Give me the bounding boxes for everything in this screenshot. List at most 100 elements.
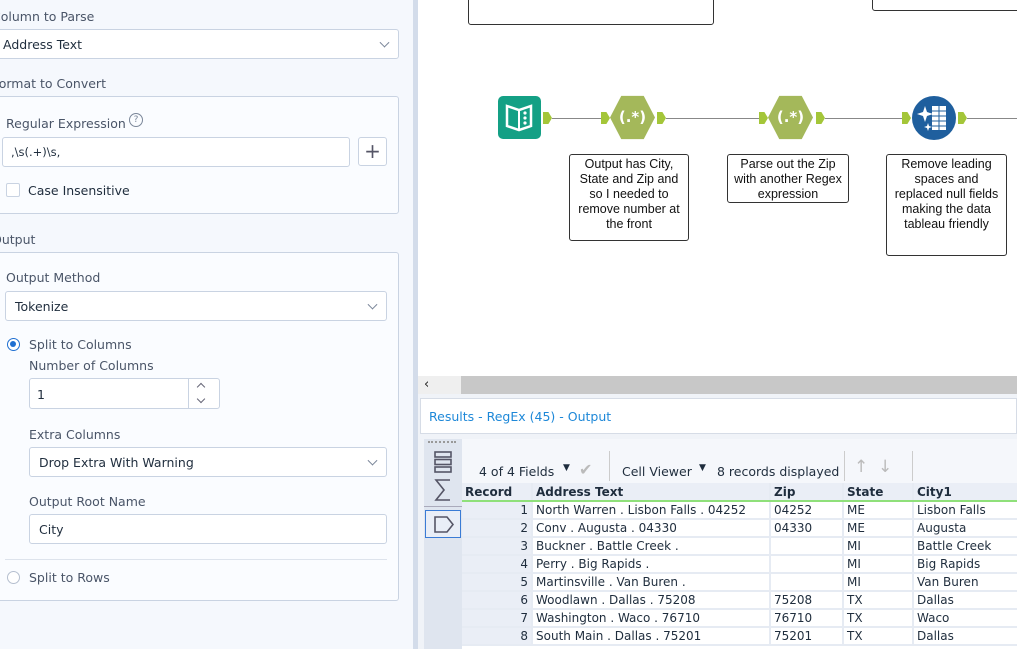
table-cell[interactable]: Lisbon Falls <box>913 501 1017 520</box>
column-header[interactable]: State <box>843 483 914 502</box>
output-method-value: Tokenize <box>15 299 69 314</box>
caret-down-icon[interactable]: ▼ <box>699 463 706 473</box>
table-cell[interactable]: Battle Creek <box>913 537 1017 556</box>
table-cell[interactable]: 04252 <box>770 501 844 520</box>
table-cell[interactable]: 8 <box>462 627 533 646</box>
comment-box[interactable] <box>468 0 714 25</box>
split-to-rows-radio[interactable] <box>7 571 20 584</box>
cell-viewer-selector[interactable]: Cell Viewer <box>622 464 692 479</box>
table-cell[interactable]: 6 <box>462 591 533 610</box>
input-anchor[interactable] <box>902 112 911 124</box>
table-row[interactable]: 8 South Main . Dallas . 75201 75201 TX Dalla… <box>462 627 1017 646</box>
table-row[interactable]: 4 Perry . Big Rapids . MI Big Rapids <box>462 555 1017 574</box>
output-method-dropdown[interactable]: Tokenize <box>5 291 387 321</box>
output-anchor[interactable] <box>816 112 825 124</box>
table-row[interactable]: 1 North Warren . Lisbon Falls . 04252 0425… <box>462 501 1017 520</box>
regex-tool-icon[interactable]: (.*) <box>768 95 813 140</box>
results-title: Results - RegEx (45) - Output <box>420 398 1017 434</box>
add-regex-button[interactable]: + <box>358 137 387 166</box>
table-cell[interactable]: 2 <box>462 519 533 538</box>
column-header[interactable]: Address Text <box>532 483 771 502</box>
column-header[interactable]: Zip <box>770 483 844 502</box>
help-icon[interactable]: ? <box>129 113 143 127</box>
data-cleansing-tool-icon[interactable] <box>912 96 956 140</box>
arrow-down-icon[interactable]: ↓ <box>878 457 892 477</box>
output-anchor[interactable] <box>657 112 666 124</box>
case-insensitive-checkbox[interactable] <box>6 183 20 197</box>
metadata-icon[interactable] <box>434 451 452 473</box>
split-to-rows-label: Split to Rows <box>29 570 110 585</box>
table-cell[interactable]: ME <box>843 519 914 538</box>
input-anchor[interactable] <box>759 112 768 124</box>
table-cell[interactable]: 04330 <box>770 519 844 538</box>
table-cell[interactable]: South Main . Dallas . 75201 <box>532 627 771 646</box>
table-cell[interactable]: 3 <box>462 537 533 556</box>
table-cell[interactable]: 4 <box>462 555 533 574</box>
output-anchor[interactable] <box>543 112 552 124</box>
scroll-left-button[interactable]: ‹ <box>418 376 461 394</box>
table-cell[interactable]: Conv . Augusta . 04330 <box>532 519 771 538</box>
table-cell[interactable]: MI <box>843 555 914 574</box>
workflow-canvas[interactable]: (.*) (.*) Output has City, State and Zip… <box>418 0 1017 376</box>
table-cell[interactable]: 75208 <box>770 591 844 610</box>
table-cell[interactable]: Martinsville . Van Buren . <box>532 573 771 592</box>
table-row[interactable]: 7 Washington . Waco . 76710 76710 TX Waco <box>462 609 1017 628</box>
table-cell[interactable] <box>770 573 844 592</box>
sum-icon[interactable] <box>434 479 452 501</box>
comment-box[interactable] <box>872 0 1017 11</box>
table-row[interactable]: 5 Martinsville . Van Buren . MI Van Buren <box>462 573 1017 592</box>
table-cell[interactable]: Big Rapids <box>913 555 1017 574</box>
arrow-up-icon[interactable]: ↑ <box>854 457 868 477</box>
table-row[interactable]: 3 Buckner . Battle Creek . MI Battle Creek <box>462 537 1017 556</box>
apply-check-icon[interactable]: ✔ <box>579 460 592 479</box>
table-cell[interactable]: 7 <box>462 609 533 628</box>
table-cell[interactable]: 1 <box>462 501 533 520</box>
decrement-icon[interactable] <box>196 394 206 404</box>
input-data-tool-icon[interactable] <box>498 96 541 139</box>
table-cell[interactable]: Dallas <box>913 627 1017 646</box>
table-cell[interactable]: North Warren . Lisbon Falls . 04252 <box>532 501 771 520</box>
table-cell[interactable]: Dallas <box>913 591 1017 610</box>
table-cell[interactable]: Perry . Big Rapids . <box>532 555 771 574</box>
input-anchor[interactable] <box>601 112 610 124</box>
output-root-name-input[interactable]: City <box>29 514 387 544</box>
table-cell[interactable] <box>770 555 844 574</box>
table-cell[interactable]: TX <box>843 627 914 646</box>
table-cell[interactable]: TX <box>843 609 914 628</box>
horizontal-scrollbar[interactable]: ‹ <box>418 376 1017 394</box>
table-cell[interactable]: Waco <box>913 609 1017 628</box>
extra-columns-dropdown[interactable]: Drop Extra With Warning <box>29 447 387 477</box>
output-anchor[interactable] <box>958 112 967 124</box>
number-of-columns-stepper[interactable]: 1 <box>29 378 220 409</box>
fields-selector[interactable]: 4 of 4 Fields <box>479 464 554 479</box>
split-to-columns-radio[interactable] <box>7 338 20 351</box>
comment-box[interactable]: Parse out the Zip with another Regex exp… <box>727 154 849 203</box>
caret-down-icon[interactable]: ▼ <box>563 463 570 473</box>
table-cell[interactable]: Van Buren <box>913 573 1017 592</box>
table-cell[interactable]: ME <box>843 501 914 520</box>
regex-input[interactable]: ,\s(.+)\s, <box>2 137 350 167</box>
column-to-parse-dropdown[interactable]: Address Text <box>0 29 399 59</box>
table-cell[interactable]: 5 <box>462 573 533 592</box>
table-row[interactable]: 6 Woodlawn . Dallas . 75208 75208 TX Dallas <box>462 591 1017 610</box>
increment-icon[interactable] <box>196 382 206 392</box>
column-header[interactable]: City1 <box>913 483 1017 502</box>
table-row[interactable]: 2 Conv . Augusta . 04330 04330 ME Augusta <box>462 519 1017 538</box>
table-cell[interactable]: Washington . Waco . 76710 <box>532 609 771 628</box>
comment-box[interactable]: Remove leading spaces and replaced null … <box>886 154 1007 256</box>
table-cell[interactable]: MI <box>843 573 914 592</box>
table-cell[interactable]: MI <box>843 537 914 556</box>
table-cell[interactable] <box>770 537 844 556</box>
table-cell[interactable]: Woodlawn . Dallas . 75208 <box>532 591 771 610</box>
comment-box[interactable]: Output has City, State and Zip and so I … <box>569 154 689 241</box>
table-cell[interactable]: 75201 <box>770 627 844 646</box>
column-header[interactable]: Record <box>462 483 533 502</box>
regex-value: ,\s(.+)\s, <box>11 145 61 159</box>
connection-line <box>666 118 760 119</box>
regex-tool-icon[interactable]: (.*) <box>610 95 655 140</box>
table-cell[interactable]: Buckner . Battle Creek . <box>532 537 771 556</box>
table-cell[interactable]: Augusta <box>913 519 1017 538</box>
table-cell[interactable]: TX <box>843 591 914 610</box>
data-view-button[interactable] <box>425 510 461 538</box>
table-cell[interactable]: 76710 <box>770 609 844 628</box>
